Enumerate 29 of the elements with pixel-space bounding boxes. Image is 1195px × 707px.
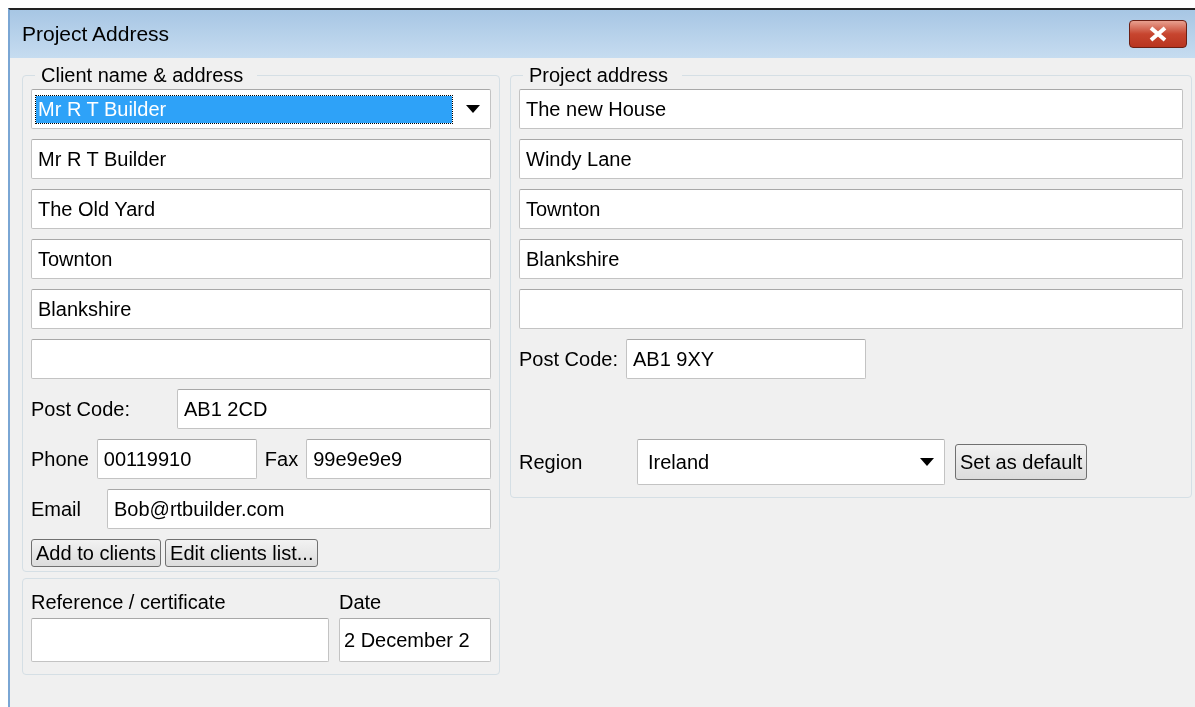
window-title: Project Address [22,22,170,46]
action-button[interactable]: Edit clients list... [165,539,319,567]
text-field[interactable]: The new House [519,89,1183,129]
field-label: Reference / certificate [31,591,227,614]
text-field[interactable]: Bob@rtbuilder.com [107,489,491,529]
text-field[interactable]: 00119910 [96,439,257,479]
text-field[interactable]: 99e9e9e9 [306,439,491,479]
field-label: Fax [264,447,299,471]
text-field[interactable]: The Old Yard [31,189,491,229]
group-title: Client name & address [40,64,245,87]
text-field[interactable]: AB1 9XY [625,339,866,379]
region-dropdown[interactable]: Ireland [637,439,945,485]
field-label: Post Code: [31,397,131,421]
text-field[interactable]: Mr R T Builder [31,139,491,179]
field-label: Post Code: [519,347,618,371]
text-field[interactable]: Townton [31,239,491,279]
text-field[interactable]: Townton [519,189,1183,229]
text-field[interactable]: Blankshire [519,239,1183,279]
field-label: Date [339,591,383,614]
group-title: Project address [528,64,669,87]
text-field[interactable]: AB1 2CD [177,389,491,429]
text-field[interactable]: Windy Lane [519,139,1183,179]
field-label: Region [519,450,584,474]
default-button[interactable]: Set as default [955,444,1088,480]
date-field[interactable]: 2 December 2 [339,618,491,662]
field-label: Phone [31,447,89,471]
text-field[interactable]: Blankshire [31,289,491,329]
field-label: Email [31,497,82,521]
action-button[interactable]: Add to clients [31,539,162,567]
